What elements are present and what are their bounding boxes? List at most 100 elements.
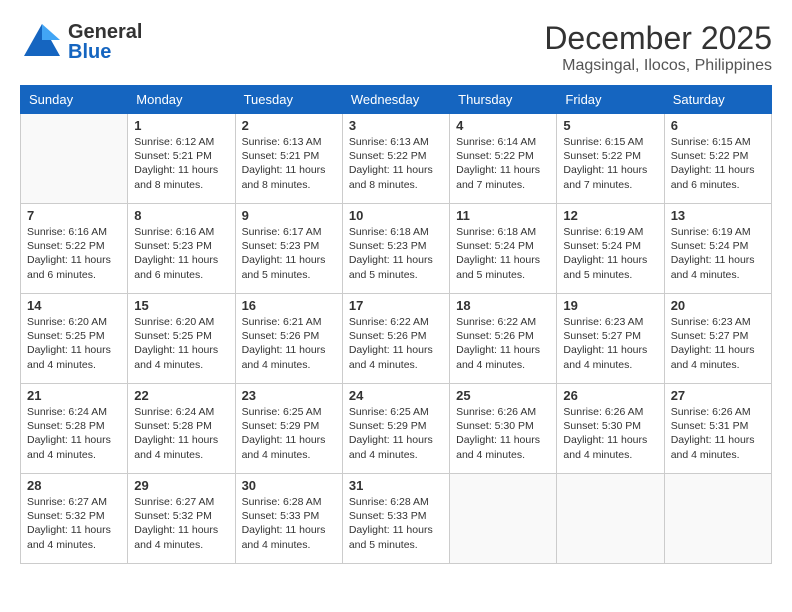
day-number: 1 — [134, 118, 228, 133]
calendar-cell: 1Sunrise: 6:12 AM Sunset: 5:21 PM Daylig… — [128, 114, 235, 204]
day-number: 22 — [134, 388, 228, 403]
day-number: 27 — [671, 388, 765, 403]
day-info: Sunrise: 6:13 AM Sunset: 5:21 PM Dayligh… — [242, 135, 336, 192]
day-number: 10 — [349, 208, 443, 223]
day-number: 7 — [27, 208, 121, 223]
day-number: 4 — [456, 118, 550, 133]
logo-icon — [20, 20, 64, 64]
calendar-cell: 9 Sunrise: 6:17 AM Sunset: 5:23 PM Daylig… — [235, 204, 342, 294]
calendar-cell: 19 Sunrise: 6:23 AM Sunset: 5:27 PM Dayli… — [557, 294, 664, 384]
calendar-cell: 26Sunrise: 6:26 AM Sunset: 5:30 PM Dayli… — [557, 384, 664, 474]
day-number: 25 — [456, 388, 550, 403]
location-title: Magsingal, Ilocos, Philippines — [544, 57, 772, 75]
day-number: 21 — [27, 388, 121, 403]
day-info: Sunrise: 6:17 AM Sunset: 5:23 PM Dayligh… — [242, 225, 336, 282]
day-number: 6 — [671, 118, 765, 133]
day-number: 14 — [27, 298, 121, 313]
calendar-cell: 27 Sunrise: 6:26 AM Sunset: 5:31 PM Dayli… — [664, 384, 771, 474]
day-info: Sunrise: 6:22 AM Sunset: 5:26 PM Dayligh… — [456, 315, 550, 372]
month-title: December 2025 — [544, 20, 772, 57]
day-number: 19 — [563, 298, 657, 313]
calendar-cell: 12 Sunrise: 6:19 AM Sunset: 5:24 PM Dayli… — [557, 204, 664, 294]
day-info: Sunrise: 6:20 AM Sunset: 5:25 PM Dayligh… — [27, 315, 121, 372]
day-number: 23 — [242, 388, 336, 403]
day-info: Sunrise: 6:18 AM Sunset: 5:23 PM Dayligh… — [349, 225, 443, 282]
col-header-saturday: Saturday — [664, 86, 771, 114]
calendar-week-1: 1Sunrise: 6:12 AM Sunset: 5:21 PM Daylig… — [21, 114, 772, 204]
day-number: 13 — [671, 208, 765, 223]
calendar-week-2: 7 Sunrise: 6:16 AM Sunset: 5:22 PM Daylig… — [21, 204, 772, 294]
day-info: Sunrise: 6:14 AM Sunset: 5:22 PM Dayligh… — [456, 135, 550, 192]
calendar-cell: 25 Sunrise: 6:26 AM Sunset: 5:30 PM Dayli… — [450, 384, 557, 474]
calendar-cell: 24 Sunrise: 6:25 AM Sunset: 5:29 PM Dayli… — [342, 384, 449, 474]
day-number: 16 — [242, 298, 336, 313]
calendar-cell: 22 Sunrise: 6:24 AM Sunset: 5:28 PM Dayli… — [128, 384, 235, 474]
calendar-cell — [557, 474, 664, 564]
day-number: 17 — [349, 298, 443, 313]
col-header-tuesday: Tuesday — [235, 86, 342, 114]
day-info: Sunrise: 6:19 AM Sunset: 5:24 PM Dayligh… — [671, 225, 765, 282]
day-info: Sunrise: 6:23 AM Sunset: 5:27 PM Dayligh… — [671, 315, 765, 372]
day-number: 29 — [134, 478, 228, 493]
calendar-cell: 7 Sunrise: 6:16 AM Sunset: 5:22 PM Daylig… — [21, 204, 128, 294]
day-info: Sunrise: 6:16 AM Sunset: 5:22 PM Dayligh… — [27, 225, 121, 282]
calendar-cell: 8 Sunrise: 6:16 AM Sunset: 5:23 PM Daylig… — [128, 204, 235, 294]
calendar-cell — [21, 114, 128, 204]
day-info: Sunrise: 6:18 AM Sunset: 5:24 PM Dayligh… — [456, 225, 550, 282]
day-number: 20 — [671, 298, 765, 313]
col-header-sunday: Sunday — [21, 86, 128, 114]
day-info: Sunrise: 6:27 AM Sunset: 5:32 PM Dayligh… — [134, 495, 228, 552]
calendar-cell: 13 Sunrise: 6:19 AM Sunset: 5:24 PM Dayli… — [664, 204, 771, 294]
calendar-cell: 29 Sunrise: 6:27 AM Sunset: 5:32 PM Dayli… — [128, 474, 235, 564]
col-header-thursday: Thursday — [450, 86, 557, 114]
calendar-week-3: 14 Sunrise: 6:20 AM Sunset: 5:25 PM Dayli… — [21, 294, 772, 384]
logo-blue-text: Blue — [68, 42, 142, 62]
day-number: 11 — [456, 208, 550, 223]
day-number: 15 — [134, 298, 228, 313]
calendar-cell: 11 Sunrise: 6:18 AM Sunset: 5:24 PM Dayli… — [450, 204, 557, 294]
calendar-cell: 31 Sunrise: 6:28 AM Sunset: 5:33 PM Dayli… — [342, 474, 449, 564]
col-header-friday: Friday — [557, 86, 664, 114]
calendar-cell: 6Sunrise: 6:15 AM Sunset: 5:22 PM Daylig… — [664, 114, 771, 204]
calendar-cell: 30Sunrise: 6:28 AM Sunset: 5:33 PM Dayli… — [235, 474, 342, 564]
day-number: 24 — [349, 388, 443, 403]
day-info: Sunrise: 6:21 AM Sunset: 5:26 PM Dayligh… — [242, 315, 336, 372]
logo-general-text: General — [68, 22, 142, 42]
calendar-cell: 2Sunrise: 6:13 AM Sunset: 5:21 PM Daylig… — [235, 114, 342, 204]
day-info: Sunrise: 6:23 AM Sunset: 5:27 PM Dayligh… — [563, 315, 657, 372]
day-info: Sunrise: 6:16 AM Sunset: 5:23 PM Dayligh… — [134, 225, 228, 282]
day-info: Sunrise: 6:26 AM Sunset: 5:31 PM Dayligh… — [671, 405, 765, 462]
calendar-cell: 28 Sunrise: 6:27 AM Sunset: 5:32 PM Dayli… — [21, 474, 128, 564]
calendar-cell — [450, 474, 557, 564]
day-info: Sunrise: 6:22 AM Sunset: 5:26 PM Dayligh… — [349, 315, 443, 372]
day-info: Sunrise: 6:25 AM Sunset: 5:29 PM Dayligh… — [349, 405, 443, 462]
calendar-cell: 10 Sunrise: 6:18 AM Sunset: 5:23 PM Dayli… — [342, 204, 449, 294]
calendar-cell: 18 Sunrise: 6:22 AM Sunset: 5:26 PM Dayli… — [450, 294, 557, 384]
day-number: 12 — [563, 208, 657, 223]
day-info: Sunrise: 6:24 AM Sunset: 5:28 PM Dayligh… — [134, 405, 228, 462]
calendar-cell: 5 Sunrise: 6:15 AM Sunset: 5:22 PM Daylig… — [557, 114, 664, 204]
day-number: 8 — [134, 208, 228, 223]
col-header-wednesday: Wednesday — [342, 86, 449, 114]
day-info: Sunrise: 6:20 AM Sunset: 5:25 PM Dayligh… — [134, 315, 228, 372]
day-number: 26 — [563, 388, 657, 403]
day-number: 5 — [563, 118, 657, 133]
calendar-cell: 16 Sunrise: 6:21 AM Sunset: 5:26 PM Dayli… — [235, 294, 342, 384]
calendar-cell: 4 Sunrise: 6:14 AM Sunset: 5:22 PM Daylig… — [450, 114, 557, 204]
day-info: Sunrise: 6:26 AM Sunset: 5:30 PM Dayligh… — [456, 405, 550, 462]
calendar-table: SundayMondayTuesdayWednesdayThursdayFrid… — [20, 85, 772, 564]
day-number: 28 — [27, 478, 121, 493]
day-info: Sunrise: 6:25 AM Sunset: 5:29 PM Dayligh… — [242, 405, 336, 462]
day-info: Sunrise: 6:27 AM Sunset: 5:32 PM Dayligh… — [27, 495, 121, 552]
col-header-monday: Monday — [128, 86, 235, 114]
day-number: 31 — [349, 478, 443, 493]
day-number: 9 — [242, 208, 336, 223]
day-info: Sunrise: 6:15 AM Sunset: 5:22 PM Dayligh… — [563, 135, 657, 192]
calendar-week-4: 21 Sunrise: 6:24 AM Sunset: 5:28 PM Dayli… — [21, 384, 772, 474]
calendar-cell: 14 Sunrise: 6:20 AM Sunset: 5:25 PM Dayli… — [21, 294, 128, 384]
day-info: Sunrise: 6:19 AM Sunset: 5:24 PM Dayligh… — [563, 225, 657, 282]
calendar-cell: 15 Sunrise: 6:20 AM Sunset: 5:25 PM Dayli… — [128, 294, 235, 384]
calendar-header-row: SundayMondayTuesdayWednesdayThursdayFrid… — [21, 86, 772, 114]
day-info: Sunrise: 6:28 AM Sunset: 5:33 PM Dayligh… — [349, 495, 443, 552]
day-number: 18 — [456, 298, 550, 313]
